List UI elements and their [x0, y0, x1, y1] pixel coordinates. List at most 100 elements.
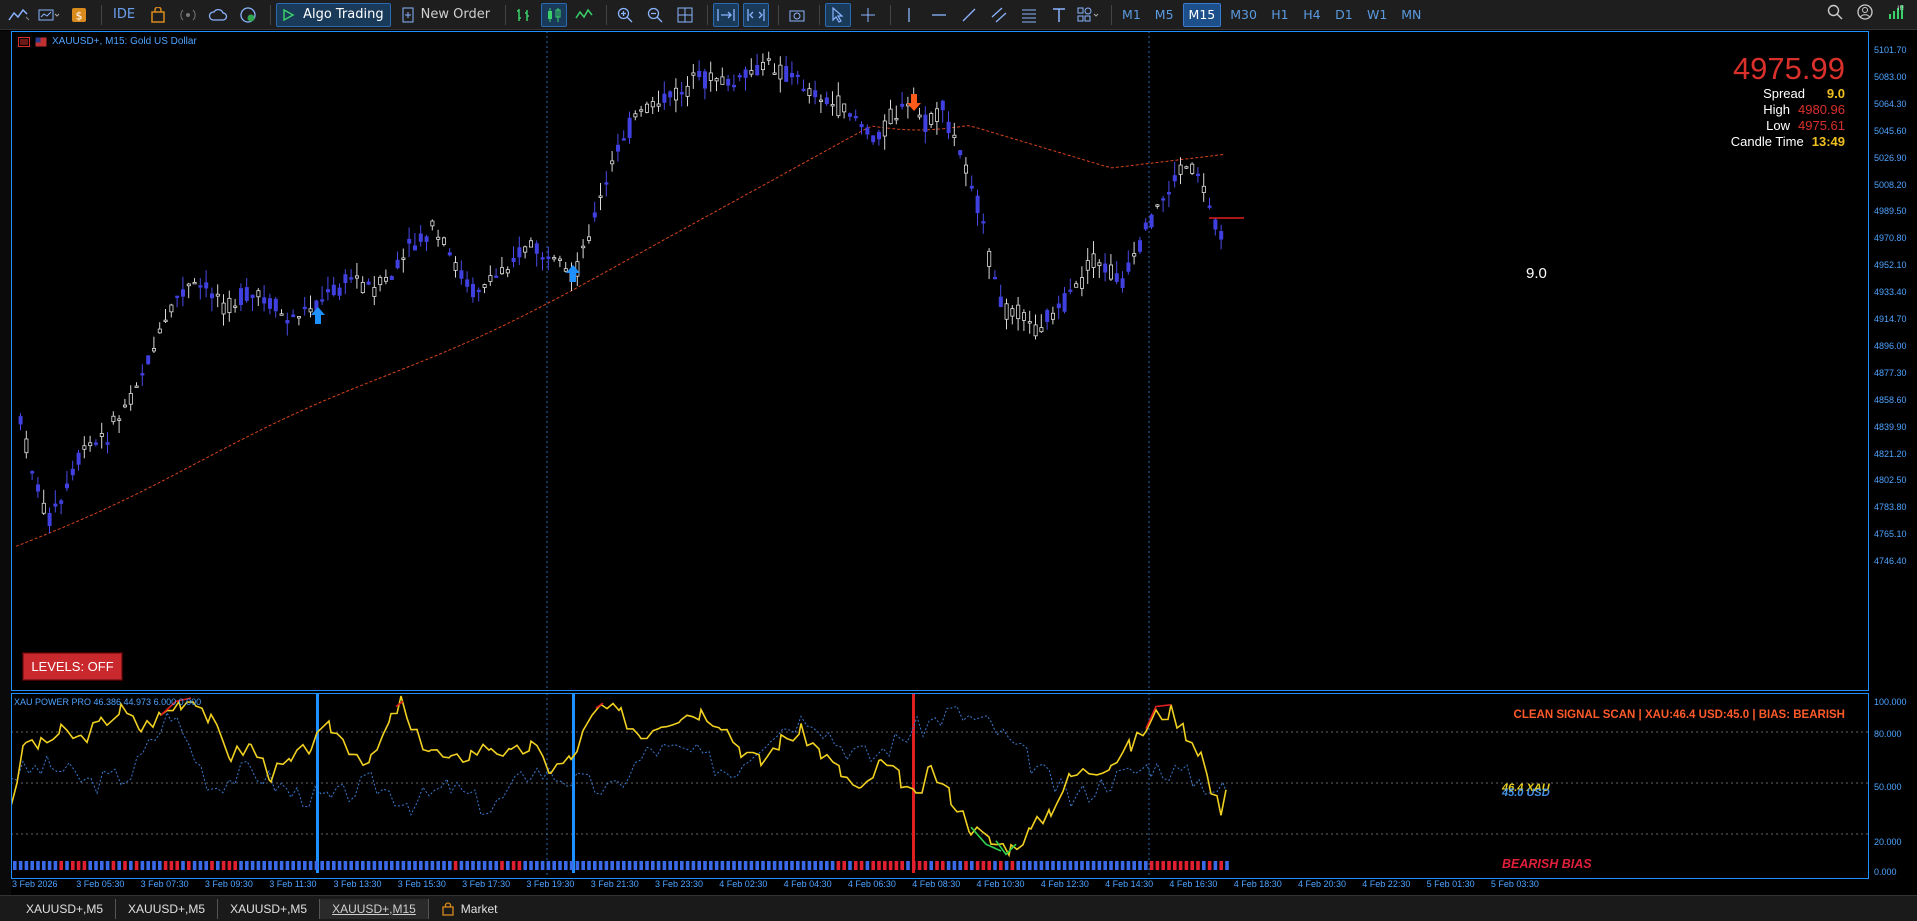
timeframe-h1[interactable]: H1 — [1266, 3, 1294, 27]
candle-body — [737, 75, 742, 78]
candle-body — [482, 284, 487, 288]
candle-body — [842, 103, 847, 113]
candle-body — [1196, 173, 1201, 177]
new-order-button[interactable]: New Order — [395, 3, 496, 27]
candle-body — [598, 195, 603, 198]
time-tick-label: 5 Feb 03:30 — [1490, 879, 1539, 889]
bias-histogram-bar — [175, 861, 179, 870]
bag-icon[interactable] — [145, 3, 171, 27]
bias-histogram-bar — [587, 861, 591, 870]
candle-body — [273, 298, 278, 312]
cloud-icon[interactable] — [205, 3, 231, 27]
bias-histogram-bar — [1004, 861, 1009, 870]
bias-histogram-bar — [395, 861, 400, 870]
new-order-icon — [402, 7, 414, 22]
bias-histogram-bar — [453, 861, 458, 870]
bias-histogram-bar — [946, 861, 951, 870]
candle-body — [244, 287, 249, 301]
algo-trading-button[interactable]: Algo Trading — [276, 2, 391, 27]
bias-histogram-bar — [482, 861, 487, 870]
candle-body — [523, 246, 528, 253]
levels-toggle-button[interactable]: LEVELS: OFF — [23, 653, 122, 680]
algo-trading-label: Algo Trading — [303, 7, 384, 22]
horizontal-line-icon[interactable] — [926, 3, 952, 27]
line-chart-icon[interactable] — [571, 3, 597, 27]
indicator-tick-label: 80.000 — [1874, 729, 1902, 739]
bias-histogram-bar — [471, 861, 475, 870]
price-tick-label: 5083.00 — [1874, 71, 1907, 82]
text-icon[interactable] — [1046, 3, 1072, 27]
vps-icon[interactable] — [235, 3, 261, 27]
bias-histogram-bar — [13, 861, 17, 870]
chart-tab[interactable]: XAUUSD+,M5 — [14, 898, 117, 919]
candle-body — [209, 293, 214, 299]
chart-type-icon[interactable] — [6, 3, 32, 27]
timeframe-m15[interactable]: M15 — [1182, 2, 1222, 27]
chart-menu-icon[interactable] — [18, 36, 30, 47]
connection-status-icon[interactable]: !!! — [1887, 3, 1907, 25]
chart-tab[interactable]: XAUUSD+,M15 — [320, 898, 429, 919]
market-tab[interactable]: Market — [429, 901, 498, 916]
shapes-icon[interactable] — [1076, 3, 1102, 27]
bias-histogram-bar — [1115, 861, 1119, 870]
ide-button[interactable]: IDE — [107, 3, 141, 27]
bias-histogram-bar — [355, 861, 359, 870]
bias-histogram-bar — [424, 861, 429, 870]
bias-histogram-bar — [250, 861, 255, 870]
crosshair-icon[interactable] — [855, 3, 881, 27]
timeframe-w1[interactable]: W1 — [1362, 3, 1392, 27]
cursor-icon[interactable] — [825, 2, 852, 27]
dollar-icon[interactable]: $ — [66, 3, 92, 27]
grid-icon[interactable] — [672, 3, 698, 27]
bias-histogram-bar — [697, 861, 701, 870]
timeframe-d1[interactable]: D1 — [1330, 3, 1358, 27]
timeframe-h4[interactable]: H4 — [1298, 3, 1326, 27]
bias-histogram-bar — [227, 861, 232, 870]
timeframe-m5[interactable]: M5 — [1150, 3, 1179, 27]
bias-histogram-bar — [900, 861, 904, 870]
candle-body — [1161, 198, 1166, 201]
candle-body — [592, 212, 597, 218]
channel-icon[interactable] — [986, 3, 1012, 27]
candle-body — [1056, 303, 1061, 309]
auto-scroll-icon[interactable] — [713, 2, 740, 27]
timeframe-m1[interactable]: M1 — [1117, 3, 1146, 27]
candle-body — [993, 276, 998, 280]
bias-histogram-bar — [430, 861, 435, 870]
chart-tabs: XAUUSD+,M5 XAUUSD+,M5 XAUUSD+,M5 XAUUSD+,M1… — [0, 895, 1917, 921]
bias-histogram-bar — [18, 861, 23, 870]
chart-shift-icon[interactable] — [743, 2, 770, 27]
search-icon[interactable] — [1827, 4, 1843, 24]
bias-histogram-bar — [320, 861, 324, 870]
candle-body — [529, 240, 534, 248]
candle-body — [871, 135, 876, 143]
zoom-in-icon[interactable] — [612, 3, 638, 27]
bias-histogram-bar — [645, 861, 649, 870]
bar-chart-icon[interactable] — [511, 3, 537, 27]
candle-body — [459, 270, 464, 279]
candle-body — [882, 120, 887, 137]
low-row: Low 4975.61 — [1731, 118, 1845, 134]
price-tick-label: 5101.70 — [1874, 45, 1907, 55]
new-order-label: New Order — [420, 7, 491, 22]
account-icon[interactable] — [1857, 4, 1873, 24]
market-tab-label: Market — [460, 901, 498, 916]
timeframe-m30[interactable]: M30 — [1225, 3, 1262, 27]
timeframe-mn[interactable]: MN — [1396, 3, 1426, 27]
vertical-line-icon[interactable] — [896, 3, 922, 27]
trendline-icon[interactable] — [956, 3, 982, 27]
chart-tab[interactable]: XAUUSD+,M5 — [116, 898, 219, 919]
candle-body — [720, 76, 725, 85]
candlestick-icon[interactable] — [541, 2, 568, 27]
screenshot-icon[interactable] — [784, 3, 810, 27]
signal-icon[interactable] — [175, 3, 201, 27]
fibonacci-icon[interactable] — [1016, 3, 1042, 27]
price-chart[interactable] — [11, 31, 1869, 691]
bias-histogram-bar — [343, 861, 348, 870]
zoom-out-icon[interactable] — [642, 3, 668, 27]
bias-histogram-bar — [888, 861, 893, 870]
candle-body — [30, 471, 35, 474]
chart-tab[interactable]: XAUUSD+,M5 — [218, 898, 321, 919]
profile-icon[interactable] — [36, 3, 62, 27]
bias-histogram-bar — [529, 861, 533, 870]
